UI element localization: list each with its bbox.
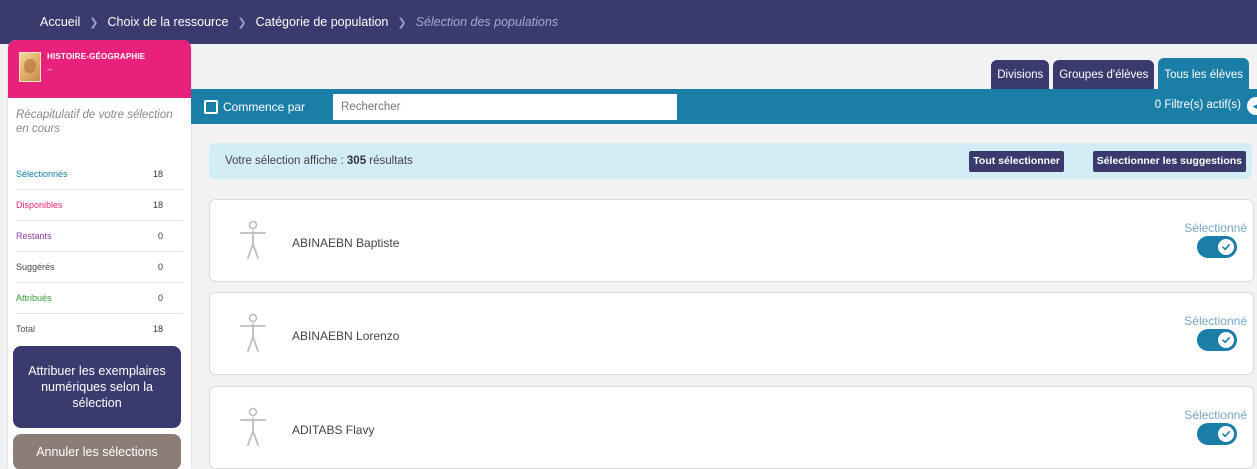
student-card: ABINAEBN Baptiste Sélectionné: [209, 199, 1254, 282]
result-prefix: Votre sélection affiche :: [225, 155, 344, 167]
breadcrumb-current: Sélection des populations: [415, 15, 559, 29]
starts-with-checkbox[interactable]: [204, 99, 218, 114]
selection-recap-label: Récapitulatif de votre sélection en cour…: [16, 109, 173, 135]
population-tabs: Divisions Groupes d'élèves Tous les élèv…: [991, 58, 1249, 90]
selection-toggle[interactable]: [1197, 329, 1237, 351]
stat-row-assigned: Attribués 0: [16, 282, 183, 313]
selection-status-label: Sélectionné: [1184, 221, 1247, 235]
stat-value: 0: [157, 262, 163, 272]
subject-title: HISTOIRE-GÉOGRAPHIE: [47, 52, 146, 61]
selection-toggle[interactable]: [1197, 236, 1237, 258]
result-summary: Votre sélection affiche : 305 résultats …: [209, 143, 1252, 179]
check-icon: [1218, 426, 1234, 442]
stat-row-suggested: Suggérés 0: [16, 251, 183, 282]
student-name: ADITABS Flavy: [292, 423, 375, 437]
selection-stats: Sélectionnés 18 Disponibles 18 Restants …: [8, 158, 191, 344]
selection-toggle[interactable]: [1197, 423, 1237, 445]
result-count: 305: [346, 155, 367, 167]
student-name: ABINAEBN Baptiste: [292, 236, 400, 250]
chevron-right-icon: ❯: [89, 16, 99, 29]
breadcrumb-resource-choice[interactable]: Choix de la ressource: [108, 15, 229, 29]
subject-header: HISTOIRE-GÉOGRAPHIE --: [8, 40, 191, 98]
subject-cover-image: [19, 52, 41, 82]
subject-subtitle: --: [47, 65, 53, 74]
stat-row-total: Total 18: [16, 313, 183, 344]
filter-toggle-icon[interactable]: ◀: [1247, 97, 1257, 115]
stat-label: Restants: [16, 231, 52, 241]
select-all-button[interactable]: Tout sélectionner: [969, 151, 1064, 172]
select-suggestions-button[interactable]: Sélectionner les suggestions: [1092, 151, 1246, 172]
assign-copies-button[interactable]: Attribuer les exemplaires numériques sel…: [13, 346, 181, 428]
selection-sidebar: HISTOIRE-GÉOGRAPHIE -- Récapitulatif de …: [8, 40, 191, 469]
person-icon: [240, 313, 266, 352]
check-icon: [1218, 239, 1234, 255]
search-input[interactable]: [333, 94, 677, 120]
check-icon: [1218, 332, 1234, 348]
breadcrumb-population-category[interactable]: Catégorie de population: [256, 15, 389, 29]
stat-value: 0: [157, 231, 163, 241]
tab-student-groups[interactable]: Groupes d'élèves: [1053, 60, 1155, 90]
student-card: ADITABS Flavy Sélectionné: [209, 386, 1254, 469]
starts-with-label: Commence par: [223, 99, 306, 114]
selection-status-label: Sélectionné: [1184, 314, 1247, 328]
active-filters-label[interactable]: 0 Filtre(s) actif(s): [1155, 99, 1241, 111]
person-icon: [240, 407, 266, 446]
stat-value: 18: [152, 168, 163, 179]
result-suffix: résultats: [369, 155, 413, 167]
stat-row-available: Disponibles 18: [16, 189, 183, 220]
cancel-selections-button[interactable]: Annuler les sélections: [13, 434, 181, 469]
breadcrumb-home[interactable]: Accueil: [40, 15, 80, 29]
chevron-right-icon: ❯: [397, 16, 407, 29]
stat-label: Disponibles: [16, 200, 63, 210]
student-name: ABINAEBN Lorenzo: [292, 329, 400, 343]
stat-value: 18: [152, 200, 163, 210]
stat-label: Suggérés: [16, 262, 55, 272]
stat-label: Attribués: [16, 293, 52, 303]
chevron-right-icon: ❯: [237, 16, 247, 29]
breadcrumb: Accueil ❯ Choix de la ressource ❯ Catégo…: [0, 0, 1257, 44]
stat-row-selected: Sélectionnés 18: [16, 158, 183, 189]
tab-divisions[interactable]: Divisions: [991, 60, 1050, 90]
tab-all-students[interactable]: Tous les élèves: [1158, 58, 1249, 90]
filter-bar: Commence par 0 Filtre(s) actif(s) ◀: [191, 89, 1257, 124]
student-card: ABINAEBN Lorenzo Sélectionné: [209, 292, 1254, 375]
stat-label: Sélectionnés: [16, 168, 68, 179]
stat-row-remaining: Restants 0: [16, 220, 183, 251]
person-icon: [240, 220, 266, 259]
stat-value: 18: [152, 324, 163, 334]
stat-label: Total: [16, 324, 36, 334]
stat-value: 0: [157, 293, 163, 303]
selection-status-label: Sélectionné: [1184, 408, 1247, 422]
